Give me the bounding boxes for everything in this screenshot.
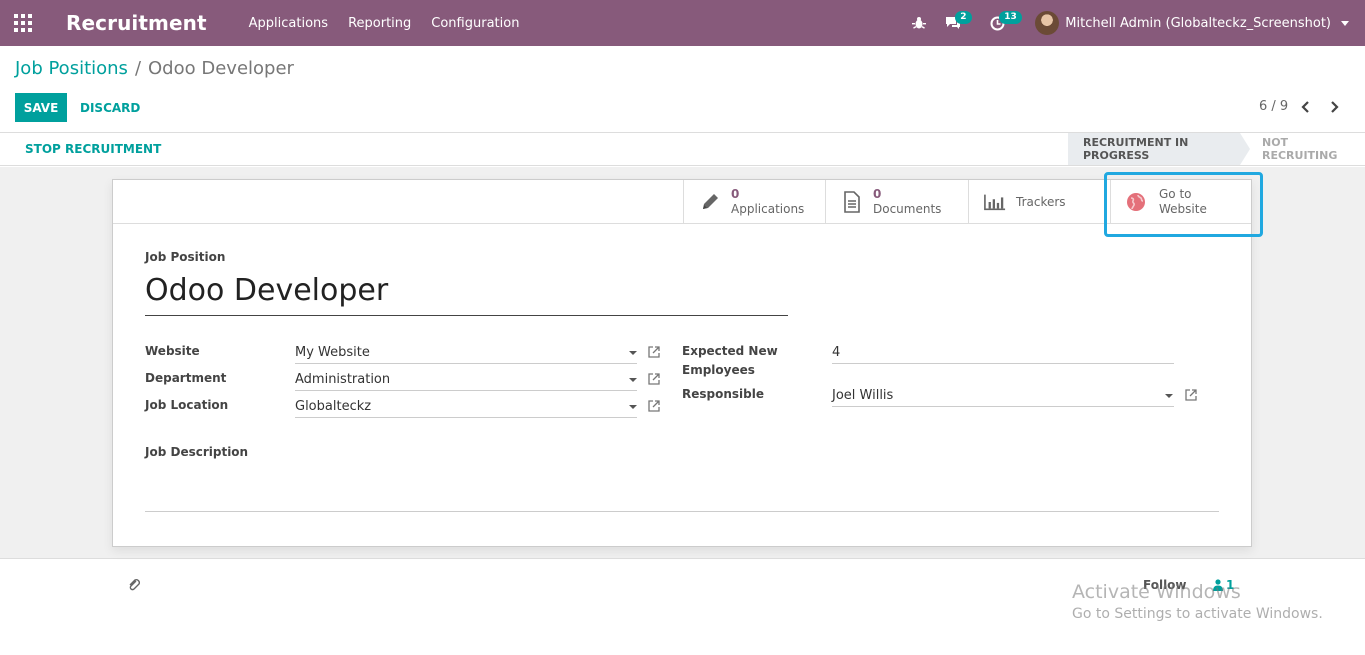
applications-count: 0 (731, 187, 740, 201)
attachment-paperclip-icon[interactable] (128, 578, 140, 592)
app-title[interactable]: Recruitment (66, 11, 207, 35)
user-menu-caret-icon[interactable] (1341, 20, 1349, 26)
expected-employees-field[interactable]: 4 (832, 342, 1174, 364)
breadcrumb-current: Odoo Developer (148, 58, 294, 79)
user-avatar[interactable] (1035, 11, 1060, 35)
expected-employees-label-line2: Employees (682, 363, 755, 377)
top-navbar: Recruitment Applications Reporting Confi… (0, 0, 1365, 46)
save-button[interactable]: SAVE (15, 93, 67, 122)
user-menu-name[interactable]: Mitchell Admin (Globalteckz_Screenshot) (1065, 16, 1331, 31)
expected-employees-value: 4 (832, 345, 841, 360)
website-field[interactable]: My Website (295, 342, 637, 364)
responsible-dropdown-icon[interactable] (1165, 394, 1173, 398)
bar-chart-icon (984, 191, 1006, 213)
job-location-field[interactable]: Globalteckz (295, 396, 637, 418)
debug-bug-icon[interactable] (903, 0, 935, 46)
menu-reporting[interactable]: Reporting (348, 16, 411, 31)
documents-count: 0 (873, 187, 882, 201)
activities-clock-icon[interactable]: 13 (981, 0, 1022, 46)
trackers-smart-button[interactable]: Trackers (968, 180, 1110, 224)
job-position-label: Job Position (145, 250, 226, 264)
pager-prev-icon[interactable] (1300, 99, 1312, 115)
applications-label: Applications (731, 202, 805, 216)
windows-activation-watermark-text: Go to Settings to activate Windows. (1072, 606, 1323, 622)
department-value: Administration (295, 372, 391, 387)
pager-next-icon[interactable] (1328, 99, 1340, 115)
department-label: Department (145, 371, 227, 385)
activities-badge: 13 (999, 11, 1022, 24)
messages-icon[interactable]: 2 (937, 0, 972, 46)
job-location-label: Job Location (145, 398, 229, 412)
department-external-link-icon[interactable] (648, 373, 660, 385)
responsible-field[interactable]: Joel Willis (832, 385, 1174, 407)
website-label: Website (145, 344, 200, 358)
job-location-external-link-icon[interactable] (648, 400, 660, 412)
menu-configuration[interactable]: Configuration (431, 16, 519, 31)
documents-label: Documents (873, 202, 942, 216)
department-field[interactable]: Administration (295, 369, 637, 391)
breadcrumb-job-positions[interactable]: Job Positions (15, 58, 128, 79)
responsible-value: Joel Willis (832, 388, 894, 403)
job-location-value: Globalteckz (295, 399, 372, 414)
job-description-editor[interactable] (145, 511, 1219, 512)
messages-badge: 2 (955, 11, 972, 24)
responsible-external-link-icon[interactable] (1185, 389, 1197, 401)
job-description-label: Job Description (145, 445, 249, 459)
breadcrumb-separator: / (134, 58, 142, 79)
documents-smart-button[interactable]: 0 Documents (825, 180, 968, 224)
applications-smart-button[interactable]: 0 Applications (683, 180, 825, 224)
document-icon (841, 191, 863, 213)
stage-not-recruiting[interactable]: NOT RECRUITING (1262, 133, 1365, 165)
stage-arrow (1240, 133, 1250, 165)
department-dropdown-icon[interactable] (629, 378, 637, 382)
breadcrumb: Job Positions / Odoo Developer (15, 58, 294, 79)
expected-employees-label-line1: Expected New (682, 344, 778, 358)
responsible-label: Responsible (682, 387, 764, 401)
windows-activation-watermark-title: Activate Windows (1072, 581, 1241, 603)
status-bar: STOP RECRUITMENT RECRUITMENT IN PROGRESS… (0, 133, 1365, 166)
apps-menu-icon[interactable] (0, 0, 46, 46)
website-dropdown-icon[interactable] (629, 351, 637, 355)
website-external-link-icon[interactable] (648, 346, 660, 358)
menu-applications[interactable]: Applications (249, 16, 328, 31)
stop-recruitment-button[interactable]: STOP RECRUITMENT (25, 142, 161, 156)
discard-button[interactable]: DISCARD (80, 93, 140, 122)
go-to-website-highlight (1104, 172, 1263, 237)
job-position-input[interactable]: Odoo Developer (145, 273, 788, 316)
job-location-dropdown-icon[interactable] (629, 405, 637, 409)
trackers-label: Trackers (1016, 194, 1066, 209)
smart-buttons-row: 0 Applications 0 Documents Trackers Go to W… (113, 180, 1251, 224)
pager-value[interactable]: 6 / 9 (1259, 99, 1288, 114)
pencil-icon (699, 191, 721, 213)
stage-recruitment-in-progress[interactable]: RECRUITMENT IN PROGRESS (1068, 133, 1240, 165)
website-value: My Website (295, 345, 370, 360)
